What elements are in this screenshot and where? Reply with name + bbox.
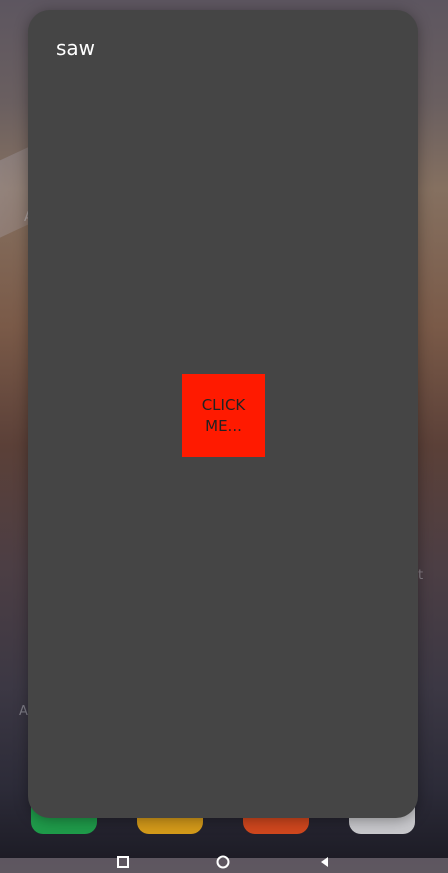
click-me-button[interactable]: CLICK ME... xyxy=(182,374,265,457)
click-me-button-label: CLICK ME... xyxy=(201,395,246,435)
recents-nav-icon[interactable] xyxy=(116,854,130,868)
home-nav-icon[interactable] xyxy=(216,854,230,869)
app-task-card[interactable]: saw CLICK ME... xyxy=(28,10,418,818)
navigation-bar xyxy=(0,846,448,869)
back-nav-icon[interactable] xyxy=(318,854,332,868)
background-label: A xyxy=(19,704,28,719)
background-label: t xyxy=(418,568,424,583)
app-title: saw xyxy=(56,36,96,60)
